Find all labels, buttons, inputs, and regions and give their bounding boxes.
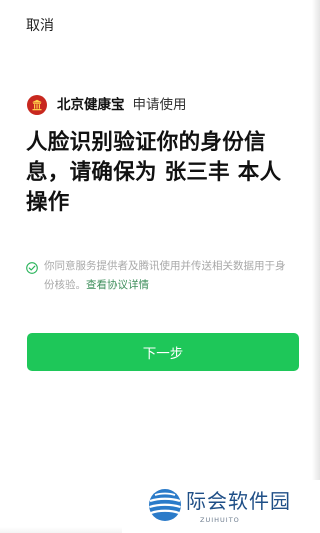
app-name: 北京健康宝 bbox=[57, 97, 125, 113]
app-info-row: 北京健康宝 申请使用 bbox=[27, 94, 187, 116]
request-label: 申请使用 bbox=[132, 97, 187, 113]
check-circle-icon[interactable] bbox=[26, 259, 38, 274]
cancel-button[interactable]: 取消 bbox=[26, 16, 54, 36]
agreement-row: 你同意服务提供者及腾讯使用并传送相关数据用于身份核验。查看协议详情 bbox=[26, 257, 294, 295]
watermark-title: 际会软件园 bbox=[186, 489, 291, 513]
globe-logo-icon bbox=[149, 489, 181, 521]
watermark: 际会软件园 ZUIHUITO bbox=[122, 480, 320, 533]
agreement-details-link[interactable]: 查看协议详情 bbox=[86, 279, 149, 291]
beijing-health-logo-icon bbox=[27, 95, 47, 115]
agreement-text: 你同意服务提供者及腾讯使用并传送相关数据用于身份核验。 bbox=[44, 260, 286, 291]
watermark-subtitle: ZUIHUITO bbox=[200, 516, 240, 524]
right-edge-shadow bbox=[312, 0, 320, 533]
agreement-text-block: 你同意服务提供者及腾讯使用并传送相关数据用于身份核验。查看协议详情 bbox=[44, 257, 294, 295]
next-button[interactable]: 下一步 bbox=[27, 333, 299, 371]
page-title: 人脸识别验证你的身份信息，请确保为 张三丰 本人操作 bbox=[26, 130, 282, 215]
